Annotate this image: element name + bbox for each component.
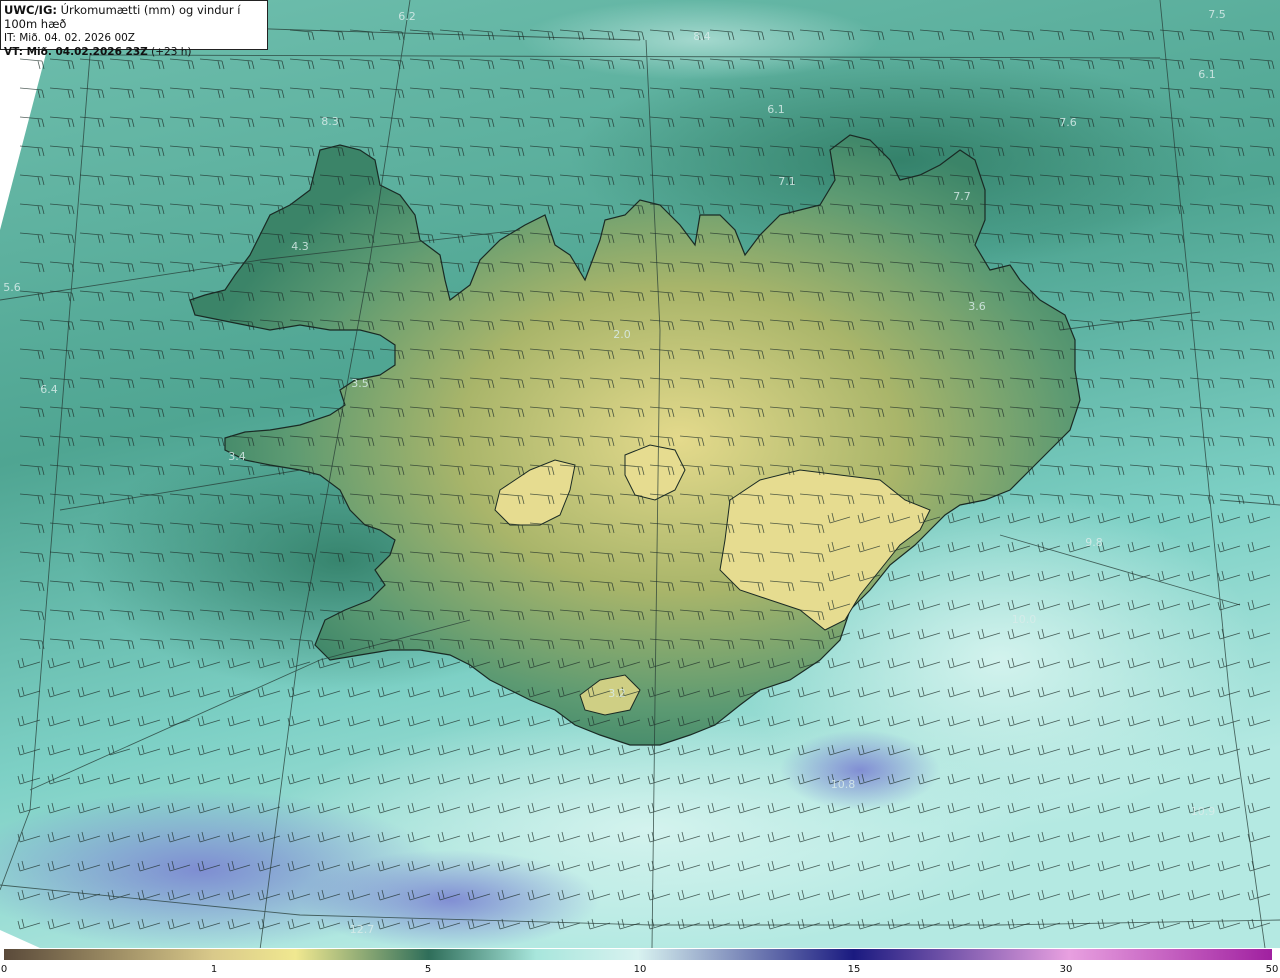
map-value-label: 6.1 [1198, 68, 1216, 81]
map-value-label: 8.3 [321, 115, 339, 128]
model-label: UWC/IG: [4, 3, 57, 17]
map-value-label: 10.9 [1191, 805, 1216, 818]
colorbar-tick: 5 [424, 964, 432, 975]
colorbar-tick: 50 [1265, 964, 1279, 975]
map-value-label: 5.6 [3, 281, 21, 294]
map-value-label: 6.4 [40, 383, 58, 396]
map-value-label: 3.6 [968, 300, 986, 313]
map-value-label: 9.8 [1085, 536, 1103, 549]
map-canvas: 6.2 8.4 7.5 6.1 6.1 7.6 8.3 7.1 7.7 4.3 5.6 3.6 2.0 6… [0, 0, 1280, 951]
map-value-label: 8.4 [693, 30, 711, 43]
map-value-label: 6.2 [398, 10, 416, 23]
map-title-box: UWC/IG: Úrkomumætti (mm) og vindur í 100… [0, 0, 268, 58]
map-value-label: 12.7 [350, 923, 375, 936]
map-value-label: 7.5 [1208, 8, 1226, 21]
colorbar-strip [4, 949, 1272, 960]
map-value-label: 3.5 [351, 377, 369, 390]
map-value-label: 7.6 [1059, 116, 1077, 129]
map-value-label: 10.0 [1012, 613, 1037, 626]
heavy-precip-area [300, 850, 600, 950]
map-value-label: 2.0 [613, 328, 631, 341]
map-value-label: 7.1 [778, 175, 796, 188]
heavy-precip-area [780, 730, 940, 810]
precipitation-map: 6.2 8.4 7.5 6.1 6.1 7.6 8.3 7.1 7.7 4.3 5.6 3.6 2.0 6… [0, 0, 1280, 951]
colorbar-tick: 0 [0, 964, 8, 975]
map-value-label: 4.3 [291, 240, 309, 253]
colorbar-legend: 0 1 5 10 15 30 50 [0, 948, 1280, 978]
colorbar-tick: 30 [1059, 964, 1073, 975]
colorbar-tick: 1 [210, 964, 218, 975]
map-value-label: 3.2 [608, 687, 626, 700]
colorbar-tick: 10 [633, 964, 647, 975]
valid-time: VT: Mið. 04.02.2026 23Z [4, 46, 148, 58]
colorbar-tick: 15 [847, 964, 861, 975]
map-value-label: 7.7 [953, 190, 971, 203]
valid-offset: (+23 h) [151, 46, 192, 58]
map-value-label: 10.8 [831, 778, 856, 791]
issue-time: IT: Mið. 04. 02. 2026 00Z [4, 32, 135, 44]
map-value-label: 6.1 [767, 103, 785, 116]
map-value-label: 3.4 [228, 450, 246, 463]
